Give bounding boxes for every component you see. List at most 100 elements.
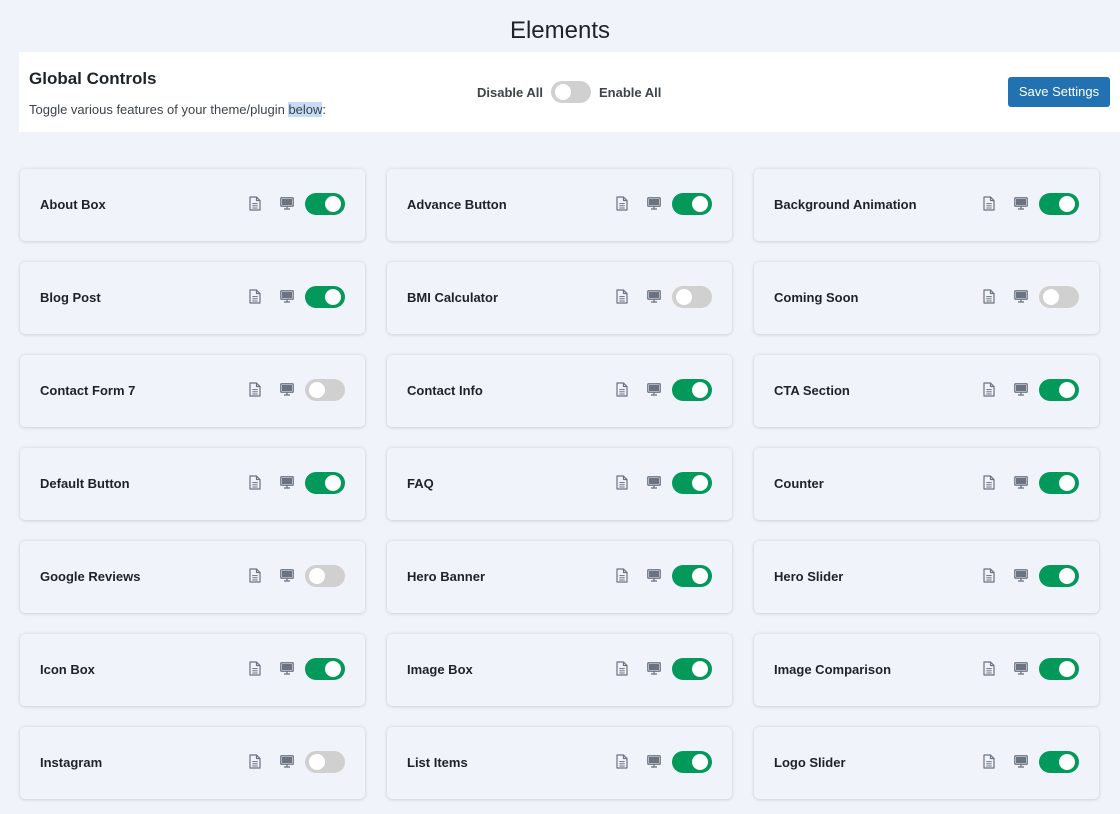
toggle-coming-soon[interactable] <box>1039 286 1079 308</box>
toggle-knob <box>692 661 708 677</box>
desktop-icon[interactable] <box>647 383 661 396</box>
toggle-contact-info[interactable] <box>672 379 712 401</box>
toggle-cta-section[interactable] <box>1039 379 1079 401</box>
desktop-icon-svg <box>280 662 294 675</box>
desktop-icon[interactable] <box>647 662 661 675</box>
document-icon[interactable] <box>616 382 628 397</box>
desktop-icon[interactable] <box>1014 290 1028 303</box>
document-icon[interactable] <box>249 475 261 490</box>
desktop-icon[interactable] <box>1014 755 1028 768</box>
mass-toggle-switch[interactable] <box>550 81 591 103</box>
document-icon[interactable] <box>616 661 628 676</box>
document-icon[interactable] <box>983 754 995 769</box>
toggle-icon-box[interactable] <box>305 658 345 680</box>
toggle-knob <box>325 475 341 491</box>
element-card-logo-slider: Logo Slider <box>754 727 1099 799</box>
document-icon-svg <box>249 475 261 490</box>
toggle-google-reviews[interactable] <box>305 565 345 587</box>
desktop-icon-svg <box>647 197 661 210</box>
toggle-image-comparison[interactable] <box>1039 658 1079 680</box>
toggle-faq[interactable] <box>672 472 712 494</box>
toggle-knob <box>325 661 341 677</box>
desktop-icon[interactable] <box>647 290 661 303</box>
desktop-icon[interactable] <box>280 290 294 303</box>
document-icon[interactable] <box>249 661 261 676</box>
document-icon[interactable] <box>616 289 628 304</box>
document-icon[interactable] <box>983 475 995 490</box>
document-icon[interactable] <box>249 568 261 583</box>
element-label: CTA Section <box>774 383 850 398</box>
element-label: Hero Banner <box>407 569 486 584</box>
toggle-knob <box>692 475 708 491</box>
element-label: Logo Slider <box>774 755 846 770</box>
document-icon[interactable] <box>249 289 261 304</box>
toggle-contact-form-7[interactable] <box>305 379 345 401</box>
toggle-background-animation[interactable] <box>1039 193 1079 215</box>
desktop-icon-svg <box>280 569 294 582</box>
desktop-icon-svg <box>1014 662 1028 675</box>
element-card-bmi-calculator: BMI Calculator <box>387 262 732 334</box>
document-icon-svg <box>616 661 628 676</box>
document-icon[interactable] <box>616 568 628 583</box>
document-icon-svg <box>983 568 995 583</box>
element-card-cta-section: CTA Section <box>754 355 1099 427</box>
desktop-icon-svg <box>647 383 661 396</box>
toggle-advance-button[interactable] <box>672 193 712 215</box>
page-title: Elements <box>509 17 611 44</box>
desktop-icon[interactable] <box>647 569 661 582</box>
toggle-bmi-calculator[interactable] <box>672 286 712 308</box>
element-card-icon-box: Icon Box <box>20 634 365 706</box>
global-controls-panel: Global Controls Toggle various features … <box>19 52 1120 132</box>
document-icon-svg <box>616 568 628 583</box>
element-label: Advance Button <box>407 197 507 212</box>
desktop-icon[interactable] <box>1014 383 1028 396</box>
toggle-blog-post[interactable] <box>305 286 345 308</box>
toggle-about-box[interactable] <box>305 193 345 215</box>
document-icon[interactable] <box>983 196 995 211</box>
desktop-icon[interactable] <box>647 476 661 489</box>
desktop-icon[interactable] <box>647 755 661 768</box>
toggle-instagram[interactable] <box>305 751 345 773</box>
document-icon[interactable] <box>616 754 628 769</box>
document-icon[interactable] <box>249 754 261 769</box>
desktop-icon[interactable] <box>1014 476 1028 489</box>
save-settings-button[interactable]: Save Settings <box>1008 77 1110 107</box>
document-icon-svg <box>616 754 628 769</box>
desktop-icon[interactable] <box>1014 197 1028 210</box>
desktop-icon[interactable] <box>280 755 294 768</box>
element-card-advance-button: Advance Button <box>387 169 732 241</box>
toggle-list-items[interactable] <box>672 751 712 773</box>
document-icon[interactable] <box>616 196 628 211</box>
toggle-default-button[interactable] <box>305 472 345 494</box>
element-label: Coming Soon <box>774 290 859 305</box>
document-icon[interactable] <box>249 196 261 211</box>
description-highlight: below <box>288 102 323 117</box>
toggle-image-box[interactable] <box>672 658 712 680</box>
document-icon-svg <box>249 754 261 769</box>
desktop-icon[interactable] <box>1014 569 1028 582</box>
document-icon[interactable] <box>983 289 995 304</box>
desktop-icon-svg <box>280 197 294 210</box>
desktop-icon[interactable] <box>280 383 294 396</box>
toggle-knob <box>325 289 341 305</box>
toggle-hero-banner[interactable] <box>672 565 712 587</box>
document-icon[interactable] <box>983 382 995 397</box>
document-icon[interactable] <box>983 661 995 676</box>
document-icon-svg <box>249 661 261 676</box>
desktop-icon[interactable] <box>280 662 294 675</box>
desktop-icon[interactable] <box>280 476 294 489</box>
toggle-logo-slider[interactable] <box>1039 751 1079 773</box>
desktop-icon[interactable] <box>1014 662 1028 675</box>
document-icon[interactable] <box>983 568 995 583</box>
element-card-faq: FAQ <box>387 448 732 520</box>
element-card-contact-form-7: Contact Form 7 <box>20 355 365 427</box>
desktop-icon-svg <box>1014 569 1028 582</box>
toggle-counter[interactable] <box>1039 472 1079 494</box>
document-icon-svg <box>249 196 261 211</box>
toggle-hero-slider[interactable] <box>1039 565 1079 587</box>
document-icon[interactable] <box>616 475 628 490</box>
desktop-icon[interactable] <box>280 569 294 582</box>
document-icon[interactable] <box>249 382 261 397</box>
desktop-icon[interactable] <box>647 197 661 210</box>
desktop-icon[interactable] <box>280 197 294 210</box>
